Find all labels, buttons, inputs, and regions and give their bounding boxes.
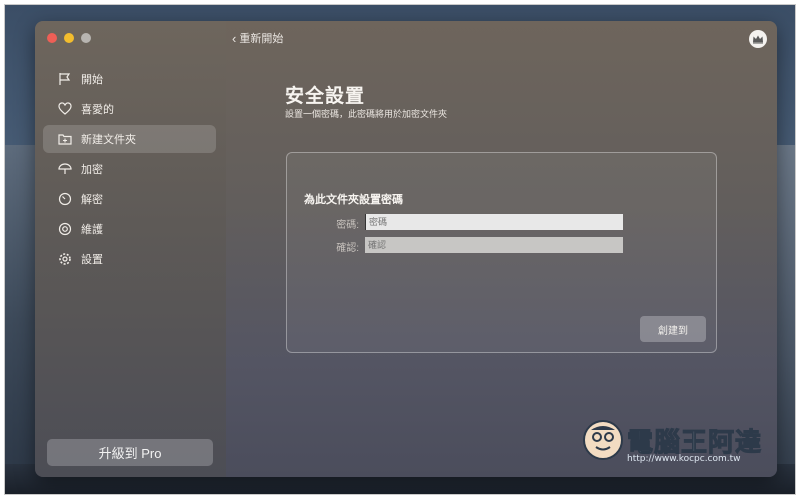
lifebuoy-icon: [57, 221, 73, 237]
close-window-button[interactable]: [47, 33, 57, 43]
sidebar-nav: 開始 喜愛的 新建文件夾 加密 解密 維護 設置: [43, 65, 216, 275]
app-window: 開始 喜愛的 新建文件夾 加密 解密 維護 設置 升級到 Pro ‹ 重新開始 …: [35, 21, 777, 477]
gear-icon: [57, 251, 73, 267]
page-subtitle: 設置一個密碼，此密碼將用於加密文件夾: [285, 109, 448, 119]
flag-icon: [57, 71, 73, 87]
new-folder-icon: [57, 131, 73, 147]
sidebar-item-maintenance[interactable]: 維護: [43, 215, 216, 243]
password-label: 密碼:: [336, 220, 359, 231]
sidebar-item-label: 喜愛的: [81, 104, 114, 116]
create-button[interactable]: 創建到: [640, 316, 706, 342]
desktop-background: 開始 喜愛的 新建文件夾 加密 解密 維護 設置 升級到 Pro ‹ 重新開始 …: [4, 4, 796, 495]
chevron-left-icon: ‹: [232, 30, 237, 46]
zoom-window-button[interactable]: [81, 33, 91, 43]
sidebar-item-favorites[interactable]: 喜愛的: [43, 95, 216, 123]
sidebar-item-decrypt[interactable]: 解密: [43, 185, 216, 213]
sidebar-item-label: 加密: [81, 164, 103, 176]
umbrella-icon: [57, 161, 73, 177]
page-title: 安全設置: [285, 86, 366, 107]
sidebar-item-label: 維護: [81, 224, 103, 236]
restart-back-button[interactable]: ‹ 重新開始: [232, 30, 283, 46]
confirm-label: 確認:: [336, 243, 359, 254]
gauge-icon: [57, 191, 73, 207]
sidebar: 開始 喜愛的 新建文件夾 加密 解密 維護 設置 升級到 Pro: [35, 21, 226, 477]
sidebar-item-label: 開始: [81, 74, 103, 86]
password-panel: 為此文件夾設置密碼 密碼: 確認: 創建到: [286, 152, 717, 353]
watermark-url: http://www.kocpc.com.tw: [627, 454, 741, 464]
back-button-label: 重新開始: [239, 33, 284, 45]
sidebar-item-label: 設置: [81, 254, 103, 266]
confirm-password-input[interactable]: [365, 237, 623, 253]
panel-heading: 為此文件夾設置密碼: [304, 194, 403, 206]
heart-icon: [57, 101, 73, 117]
sidebar-item-settings[interactable]: 設置: [43, 245, 216, 273]
password-input[interactable]: [365, 214, 623, 230]
mascot-face-icon: [583, 420, 623, 460]
sidebar-item-start[interactable]: 開始: [43, 65, 216, 93]
crown-icon[interactable]: [749, 30, 767, 48]
sidebar-item-label: 新建文件夾: [81, 134, 136, 146]
minimize-window-button[interactable]: [64, 33, 74, 43]
upgrade-to-pro-button[interactable]: 升級到 Pro: [47, 439, 213, 466]
watermark-logo: 電腦王阿達 http://www.kocpc.com.tw: [583, 418, 773, 470]
sidebar-item-new-folder[interactable]: 新建文件夾: [43, 125, 216, 153]
sidebar-item-encrypt[interactable]: 加密: [43, 155, 216, 183]
sidebar-item-label: 解密: [81, 194, 103, 206]
